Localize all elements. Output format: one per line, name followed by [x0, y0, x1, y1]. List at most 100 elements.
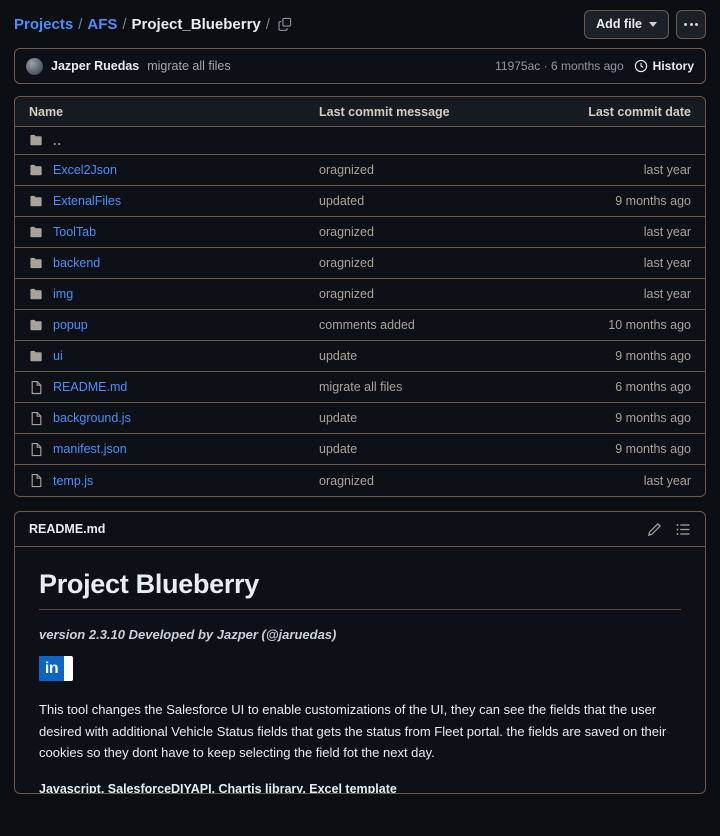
kebab-horizontal-icon	[689, 22, 693, 26]
history-clock-icon	[634, 59, 647, 73]
table-row[interactable]: README.md migrate all files 6 months ago	[15, 372, 705, 403]
commit-message-cell[interactable]: update	[319, 349, 541, 363]
breadcrumb-item-current: Project_Blueberry	[131, 15, 261, 33]
commit-message-cell[interactable]: updated	[319, 194, 541, 208]
file-table-body: Excel2Json oragnized last year ExtenalFiles…	[15, 155, 705, 496]
latest-commit-bar: Jazper Ruedas migrate all files 11975ac …	[14, 48, 706, 84]
readme-tech-line: Javascript, SalesforceDIYAPI, Chartjs li…	[39, 781, 397, 794]
readme-content: Project Blueberry version 2.3.10 Develop…	[15, 547, 705, 794]
readme-version-line: version 2.3.10 Developed by Jazper (@jar…	[39, 627, 337, 642]
entry-link[interactable]: ToolTab	[53, 225, 96, 239]
commit-message-cell[interactable]: oragnized	[319, 474, 541, 488]
commit-author-name[interactable]: Jazper Ruedas	[51, 59, 139, 73]
commit-date-cell: 10 months ago	[608, 318, 691, 332]
file-icon	[29, 442, 44, 457]
commit-message-cell[interactable]: oragnized	[319, 256, 541, 270]
commit-date-cell: last year	[643, 473, 691, 488]
commit-message-cell[interactable]: comments added	[319, 318, 541, 332]
commit-message-cell[interactable]: oragnized	[319, 287, 541, 301]
history-label: History	[652, 59, 694, 73]
entry-link[interactable]: img	[53, 287, 73, 301]
commit-message-cell[interactable]: oragnized	[319, 163, 541, 177]
file-table-header: Name Last commit message Last commit dat…	[15, 97, 705, 127]
readme-panel: README.md Project Blueberry version 2.3.…	[14, 511, 706, 794]
top-bar: Projects / AFS / Project_Blueberry / Add…	[14, 0, 706, 48]
folder-icon	[29, 225, 44, 240]
column-header-message: Last commit message	[319, 104, 450, 119]
table-row[interactable]: ExtenalFiles updated 9 months ago	[15, 186, 705, 217]
file-name-cell: Excel2Json	[29, 163, 319, 178]
entry-link[interactable]: Excel2Json	[53, 163, 117, 177]
readme-paragraph: This tool changes the Salesforce UI to e…	[39, 702, 667, 761]
commit-message-cell[interactable]: update	[319, 411, 541, 425]
entry-link[interactable]: manifest.json	[53, 442, 127, 456]
entry-link[interactable]: ui	[53, 349, 63, 363]
table-row[interactable]: img oragnized last year	[15, 279, 705, 310]
entry-link[interactable]: README.md	[53, 380, 127, 394]
more-options-button[interactable]	[676, 9, 706, 39]
folder-icon	[29, 194, 44, 209]
commit-author-group: Jazper Ruedas migrate all files	[26, 57, 231, 75]
linkedin-badge-text: in	[39, 656, 64, 681]
breadcrumb-item-projects[interactable]: Projects	[14, 16, 73, 33]
commit-date-cell: 9 months ago	[615, 442, 691, 456]
commit-message-cell[interactable]: update	[319, 442, 541, 456]
table-row[interactable]: backend oragnized last year	[15, 248, 705, 279]
commit-date-cell: last year	[643, 256, 691, 270]
kebab-horizontal-icon	[695, 22, 698, 26]
readme-heading: Project Blueberry	[39, 569, 681, 610]
commit-hash-and-time[interactable]: 11975ac · 6 months ago	[495, 59, 624, 73]
readme-file-title: README.md	[29, 522, 106, 536]
parent-directory-link[interactable]: ..	[53, 134, 62, 148]
breadcrumb: Projects / AFS / Project_Blueberry /	[14, 16, 292, 33]
breadcrumb-trailing-separator: /	[265, 15, 270, 33]
table-row[interactable]: ToolTab oragnized last year	[15, 217, 705, 248]
commit-date-cell: last year	[643, 225, 691, 239]
file-name-cell: background.js	[29, 411, 319, 426]
commit-message[interactable]: migrate all files	[147, 59, 230, 73]
file-name-cell: ..	[29, 133, 319, 148]
column-header-name: Name	[29, 104, 64, 119]
table-row-parent-directory[interactable]: ..	[15, 127, 705, 155]
avatar[interactable]	[26, 57, 43, 75]
file-name-cell: manifest.json	[29, 442, 319, 457]
table-row[interactable]: Excel2Json oragnized last year	[15, 155, 705, 186]
top-bar-actions: Add file	[584, 9, 706, 39]
entry-link[interactable]: temp.js	[53, 474, 93, 488]
pencil-edit-icon[interactable]	[647, 522, 662, 537]
entry-link[interactable]: background.js	[53, 411, 131, 425]
history-button[interactable]: History	[634, 59, 694, 73]
commit-message-cell[interactable]: migrate all files	[319, 380, 541, 394]
folder-icon	[29, 163, 44, 178]
file-name-cell: backend	[29, 256, 319, 271]
breadcrumb-separator: /	[78, 15, 83, 33]
commit-message-cell[interactable]: oragnized	[319, 225, 541, 239]
entry-link[interactable]: popup	[53, 318, 88, 332]
file-name-cell: ui	[29, 349, 319, 364]
list-outline-icon[interactable]	[676, 522, 691, 537]
file-icon	[29, 473, 44, 488]
entry-link[interactable]: ExtenalFiles	[53, 194, 121, 208]
entry-link[interactable]: backend	[53, 256, 100, 270]
table-row[interactable]: temp.js oragnized last year	[15, 465, 705, 496]
file-name-cell: img	[29, 287, 319, 302]
readme-header-actions	[647, 522, 691, 537]
commit-meta-group: 11975ac · 6 months ago History	[495, 59, 694, 73]
table-row[interactable]: manifest.json update 9 months ago	[15, 434, 705, 465]
table-row[interactable]: background.js update 9 months ago	[15, 403, 705, 434]
file-name-cell: popup	[29, 318, 319, 333]
add-file-button[interactable]: Add file	[584, 9, 669, 39]
table-row[interactable]: popup comments added 10 months ago	[15, 310, 705, 341]
readme-header: README.md	[15, 512, 705, 547]
table-row[interactable]: ui update 9 months ago	[15, 341, 705, 372]
folder-icon	[29, 256, 44, 271]
file-table: Name Last commit message Last commit dat…	[14, 96, 706, 497]
linkedin-badge[interactable]: in	[39, 656, 73, 681]
column-header-date: Last commit date	[588, 104, 691, 119]
commit-date-cell: 9 months ago	[615, 194, 691, 208]
commit-date-cell: 9 months ago	[615, 411, 691, 425]
copy-path-icon[interactable]	[278, 17, 292, 31]
folder-icon	[29, 318, 44, 333]
file-name-cell: ToolTab	[29, 225, 319, 240]
breadcrumb-item-afs[interactable]: AFS	[87, 16, 117, 33]
